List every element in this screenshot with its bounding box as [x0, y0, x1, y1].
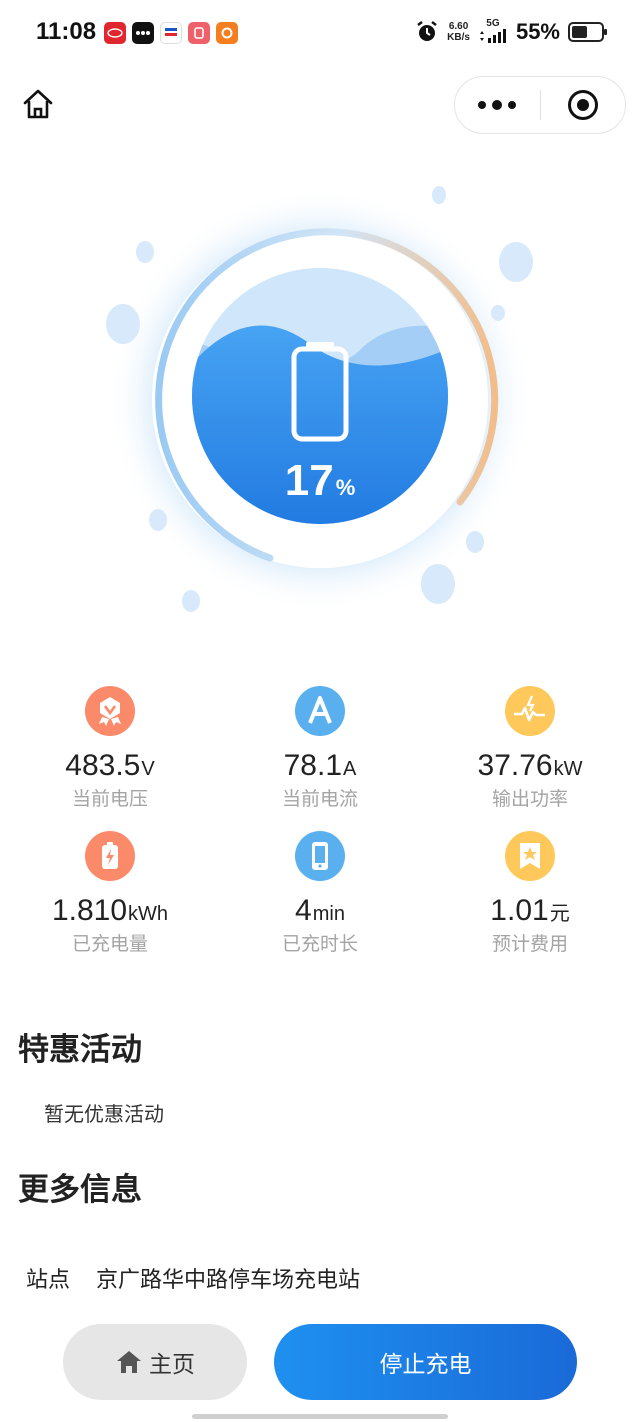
- gesture-home-indicator: [192, 1414, 448, 1419]
- promotions-empty-text: 暂无优惠活动: [44, 1102, 164, 1126]
- network-speed: 6.60 KB/s: [447, 21, 470, 43]
- station-value: 京广路华中路停车场充电站: [96, 1268, 361, 1293]
- more-dots-icon[interactable]: [455, 77, 540, 133]
- voltage-badge-icon: [85, 686, 135, 736]
- stat-current-label: 当前电流: [281, 788, 358, 810]
- stat-cost: 1.01元 预计费用: [430, 831, 630, 956]
- signal-5g: 5G: [478, 18, 508, 46]
- stat-energy-unit: kWh: [128, 903, 169, 925]
- more-info-title: 更多信息: [18, 1172, 142, 1208]
- stat-voltage-label: 当前电压: [71, 788, 148, 810]
- stop-charging-label: 停止充电: [379, 1352, 472, 1378]
- signal-bars-icon: [479, 29, 506, 43]
- promotions-title: 特惠活动: [18, 1032, 142, 1068]
- phone-time-icon: [295, 831, 345, 881]
- stat-duration-label: 已充时长: [281, 933, 358, 955]
- stat-current: 78.1A 当前电流: [220, 686, 420, 811]
- stat-power-value: 37.76: [477, 749, 553, 782]
- stat-energy-label: 已充电量: [71, 933, 148, 955]
- network-type: 5G: [486, 18, 500, 29]
- status-right: 6.60 KB/s 5G 55%: [415, 18, 607, 46]
- stat-power-unit: kW: [553, 758, 583, 780]
- stat-power-label: 输出功率: [491, 788, 568, 810]
- app-icon-red: [188, 22, 210, 44]
- stat-voltage: 483.5V 当前电压: [10, 686, 210, 811]
- ampere-icon: [295, 686, 345, 736]
- stop-charging-button[interactable]: 停止充电: [274, 1324, 577, 1400]
- alarm-icon: [417, 21, 437, 41]
- stat-voltage-value: 483.5: [65, 749, 141, 782]
- home-icon[interactable]: [20, 86, 56, 122]
- bookmark-star-icon: [505, 831, 555, 881]
- network-speed-value: 6.60: [448, 21, 469, 32]
- status-app-icons: [104, 22, 238, 44]
- status-time: 11:08: [36, 18, 97, 45]
- stat-cost-value: 1.01: [490, 894, 549, 927]
- home-button-label: 主页: [149, 1352, 195, 1378]
- stat-duration-unit: min: [312, 903, 345, 925]
- network-speed-unit: KB/s: [447, 32, 470, 43]
- app-icon-news: [160, 22, 182, 44]
- stat-cost-unit: 元: [549, 903, 570, 925]
- power-wave-icon: [505, 686, 555, 736]
- stat-duration-value: 4: [295, 894, 312, 927]
- stat-power: 37.76kW 输出功率: [430, 686, 630, 811]
- home-button[interactable]: 主页: [63, 1324, 247, 1400]
- station-row: 站点 京广路华中路停车场充电站: [26, 1262, 360, 1294]
- battery-fill: [572, 26, 588, 38]
- battery-charge-icon: [85, 831, 135, 881]
- stat-cost-label: 预计费用: [491, 933, 568, 955]
- battery-icon: [568, 22, 607, 42]
- stat-current-value: 78.1: [283, 749, 343, 782]
- station-label: 站点: [26, 1268, 71, 1293]
- target-close-icon[interactable]: [541, 77, 626, 133]
- charging-dial: [106, 186, 533, 612]
- stat-current-unit: A: [343, 758, 357, 780]
- stat-duration: 4min 已充时长: [220, 831, 420, 956]
- stat-voltage-unit: V: [141, 758, 155, 780]
- app-icon-dots: [132, 22, 154, 44]
- app-icon-evo: [104, 22, 126, 44]
- charge-percent-unit: %: [335, 475, 356, 500]
- charge-percent: 17%: [0, 456, 640, 506]
- stat-energy-value: 1.810: [51, 894, 128, 927]
- stat-energy: 1.810kWh 已充电量: [10, 831, 210, 956]
- charge-percent-value: 17: [284, 456, 334, 505]
- battery-percent: 55%: [515, 19, 560, 44]
- mini-program-capsule: [454, 76, 626, 134]
- house-icon: [117, 1351, 141, 1373]
- status-bar: 11:08 6.60 KB/s 5G 55%: [0, 0, 640, 66]
- app-icon-orange: [216, 22, 238, 44]
